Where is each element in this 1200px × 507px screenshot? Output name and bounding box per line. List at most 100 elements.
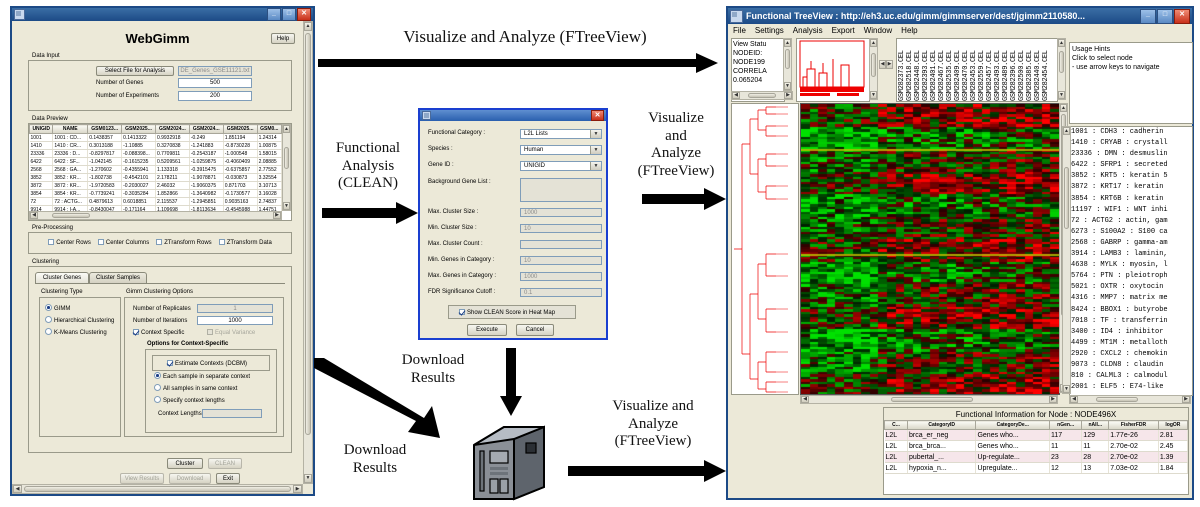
gene-list-item[interactable]: 5021 : OXTR : oxytocin bbox=[1071, 282, 1192, 293]
exit-button[interactable]: Exit bbox=[216, 473, 240, 484]
heatmap-panel[interactable] bbox=[800, 103, 1060, 395]
select-file-button[interactable]: Select File for Analysis bbox=[96, 66, 174, 76]
hscroll-thumb[interactable] bbox=[1096, 397, 1138, 402]
close-icon[interactable]: ✕ bbox=[1174, 8, 1190, 24]
clustering-tabs[interactable]: Cluster Genes Cluster Samples bbox=[35, 272, 147, 283]
gene-list-item[interactable]: 6273 : S100A2 : S100 ca bbox=[1071, 227, 1192, 238]
gene-list-item[interactable]: 2568 : GABRP : gamma-am bbox=[1071, 238, 1192, 249]
scroll-up-icon[interactable]: ▲ bbox=[1058, 39, 1065, 47]
table-row[interactable]: L2L brca_er_neg Genes who... 117 129 1.77e-26… bbox=[884, 429, 1188, 441]
vscroll-thumb[interactable] bbox=[305, 33, 311, 435]
menu-file[interactable]: File bbox=[733, 26, 746, 35]
clean-field-input-5[interactable]: 10 bbox=[520, 224, 602, 233]
hscroll-thumb[interactable] bbox=[891, 397, 973, 402]
maximize-icon[interactable]: □ bbox=[1157, 8, 1173, 24]
table-row[interactable]: 1001 1001 : CD... 0.1438357 0.1413322 0.9932… bbox=[29, 133, 282, 142]
num-experiments-input[interactable]: 200 bbox=[178, 91, 252, 101]
menu-export[interactable]: Export bbox=[832, 26, 855, 35]
gene-list-item[interactable]: 3872 : KRT17 : keratin bbox=[1071, 182, 1192, 193]
clean-field-input-9[interactable]: 0.1 bbox=[520, 288, 602, 297]
help-button[interactable]: Help bbox=[271, 33, 295, 44]
cluster-button[interactable]: Cluster bbox=[167, 458, 203, 469]
table-row[interactable]: 23336 23336 : D... -0.8297817 -0.088398... 0… bbox=[29, 149, 282, 158]
scroll-right-icon[interactable]: ▶ bbox=[1182, 396, 1190, 403]
table-row[interactable]: 6422 6422 : SF... -1.042145 -0.1615235 0.520… bbox=[29, 157, 282, 166]
menu-analysis[interactable]: Analysis bbox=[793, 26, 823, 35]
table-column-header[interactable]: FisherFDR bbox=[1108, 420, 1159, 430]
context-lengths-input[interactable] bbox=[202, 409, 262, 418]
context-specific-checkbox-box[interactable] bbox=[133, 329, 139, 335]
radio-button[interactable] bbox=[45, 316, 52, 323]
radio-button[interactable] bbox=[154, 384, 161, 391]
radio-button[interactable] bbox=[45, 304, 52, 311]
data-preview-vscrollbar[interactable]: ▲ ▼ bbox=[282, 124, 291, 211]
vscroll-thumb[interactable] bbox=[785, 49, 790, 69]
maximize-icon[interactable]: □ bbox=[282, 8, 296, 21]
table-row[interactable]: 1410 1410 : CR... 0.3013188 -1.10885 0.32708… bbox=[29, 141, 282, 150]
view-status-vscrollbar[interactable]: ▲ ▼ bbox=[783, 38, 792, 91]
table-column-header[interactable]: GSM2025... bbox=[121, 124, 156, 134]
table-column-header[interactable]: GSM0123... bbox=[87, 124, 123, 134]
scroll-down-icon[interactable]: ▼ bbox=[283, 202, 290, 210]
context-specific-checkbox[interactable]: Context Specific bbox=[133, 329, 184, 336]
preprocessing-checkbox-3[interactable]: ZTransform Data bbox=[218, 239, 272, 246]
clean-dialog-titlebar[interactable]: ✕ bbox=[420, 110, 606, 121]
gene-list[interactable]: 1001 : CDH3 : cadherin 1410 : CRYAB : cry… bbox=[1070, 127, 1192, 393]
show-clean-score-checkbox-box[interactable] bbox=[459, 309, 465, 315]
gene-list-item[interactable]: 11197 : WIF1 : WNT inhi bbox=[1071, 205, 1192, 216]
chevron-down-icon[interactable]: ▼ bbox=[590, 146, 601, 154]
view-status-hscrollbar[interactable]: ◀ ▶ bbox=[731, 91, 793, 100]
table-column-header[interactable]: C... bbox=[884, 420, 908, 430]
table-column-header[interactable]: GSM2024... bbox=[154, 124, 190, 134]
gene-list-item[interactable]: 72 : ACTG2 : actin, gam bbox=[1071, 216, 1192, 227]
scroll-down-icon[interactable]: ▼ bbox=[304, 474, 312, 483]
table-row[interactable]: 3872 3872 : KR... -1.9720583 -0.2030027 2.46… bbox=[29, 181, 282, 190]
gene-list-item[interactable]: 6422 : SFRP1 : secreted bbox=[1071, 160, 1192, 171]
table-row[interactable]: 3854 3854 : KR... -0.7739241 -0.3035284 1.85… bbox=[29, 189, 282, 198]
gene-list-vscrollbar[interactable]: ▲ ▼ bbox=[1062, 126, 1071, 394]
radio-button[interactable] bbox=[154, 372, 161, 379]
radio-button[interactable] bbox=[45, 328, 52, 335]
gene-list-item[interactable]: 1001 : CDH3 : cadherin bbox=[1071, 127, 1192, 138]
scroll-up-icon[interactable]: ▲ bbox=[1060, 104, 1067, 112]
checkbox-box[interactable] bbox=[48, 239, 55, 245]
global-tree-panel[interactable] bbox=[796, 38, 870, 102]
table-column-header[interactable]: NAME bbox=[52, 124, 89, 134]
scroll-up-icon[interactable]: ▲ bbox=[283, 125, 290, 133]
table-column-header[interactable]: GSM0... bbox=[256, 124, 282, 134]
hscroll-thumb[interactable] bbox=[748, 93, 776, 98]
table-column-header[interactable]: UNIGID bbox=[29, 124, 54, 134]
checkbox-box[interactable] bbox=[218, 239, 225, 245]
hscroll-thumb[interactable] bbox=[24, 486, 291, 492]
page-left-icon[interactable]: ◀ bbox=[879, 60, 886, 69]
clean-field-input-1[interactable]: Human ▼ bbox=[520, 145, 602, 155]
menu-window[interactable]: Window bbox=[864, 26, 892, 35]
vscroll-thumb[interactable] bbox=[1059, 51, 1064, 73]
global-tree-pager[interactable]: ◀ ▶ bbox=[879, 60, 893, 69]
gene-list-item[interactable]: 3854 : KRT6B : keratin bbox=[1071, 194, 1192, 205]
data-preview-table-wrap[interactable]: UNIGID NAME GSM0123... GSM2025... GSM2024...… bbox=[29, 124, 282, 211]
chevron-down-icon[interactable]: ▼ bbox=[590, 130, 601, 138]
close-icon[interactable]: ✕ bbox=[591, 110, 604, 121]
table-column-header[interactable]: logOR bbox=[1157, 420, 1188, 430]
vscroll-thumb[interactable] bbox=[284, 147, 289, 169]
table-row[interactable]: 2568 2568 : GA... -1.270602 -0.4355941 1.133… bbox=[29, 165, 282, 174]
scroll-right-icon[interactable]: ▶ bbox=[784, 92, 792, 99]
table-column-header[interactable]: GSM2024... bbox=[188, 124, 224, 134]
gene-list-item[interactable]: 4638 : MYLK : myosin, l bbox=[1071, 260, 1192, 271]
clean-field-input-3[interactable] bbox=[520, 178, 602, 202]
clustering-type-radios[interactable]: GIMM Hierarchical Clustering K-Means Clust… bbox=[45, 304, 114, 340]
heatmap-hscrollbar[interactable]: ◀ ▶ bbox=[800, 395, 1058, 404]
table-column-header[interactable]: CategoryID bbox=[906, 420, 977, 430]
page-right-icon[interactable]: ▶ bbox=[886, 60, 893, 69]
tab-cluster-samples[interactable]: Cluster Samples bbox=[89, 272, 147, 283]
minimize-icon[interactable]: _ bbox=[1140, 8, 1156, 24]
context-radio-1[interactable]: All samples in same context bbox=[154, 384, 250, 392]
selected-file-value[interactable]: DE_Genes_GSE11121.txt bbox=[178, 66, 252, 76]
table-row[interactable]: 3852 3852 : KR... -1.802738 -0.4542101 2.178… bbox=[29, 173, 282, 182]
scroll-right-icon[interactable]: ▶ bbox=[293, 485, 302, 493]
scroll-right-icon[interactable]: ▶ bbox=[1049, 396, 1057, 403]
gene-list-item[interactable]: 3852 : KRT5 : keratin 5 bbox=[1071, 171, 1192, 182]
heatmap-canvas[interactable] bbox=[801, 104, 1059, 394]
treeview-window[interactable]: Functional TreeView : http://eh3.uc.edu/… bbox=[726, 6, 1194, 500]
